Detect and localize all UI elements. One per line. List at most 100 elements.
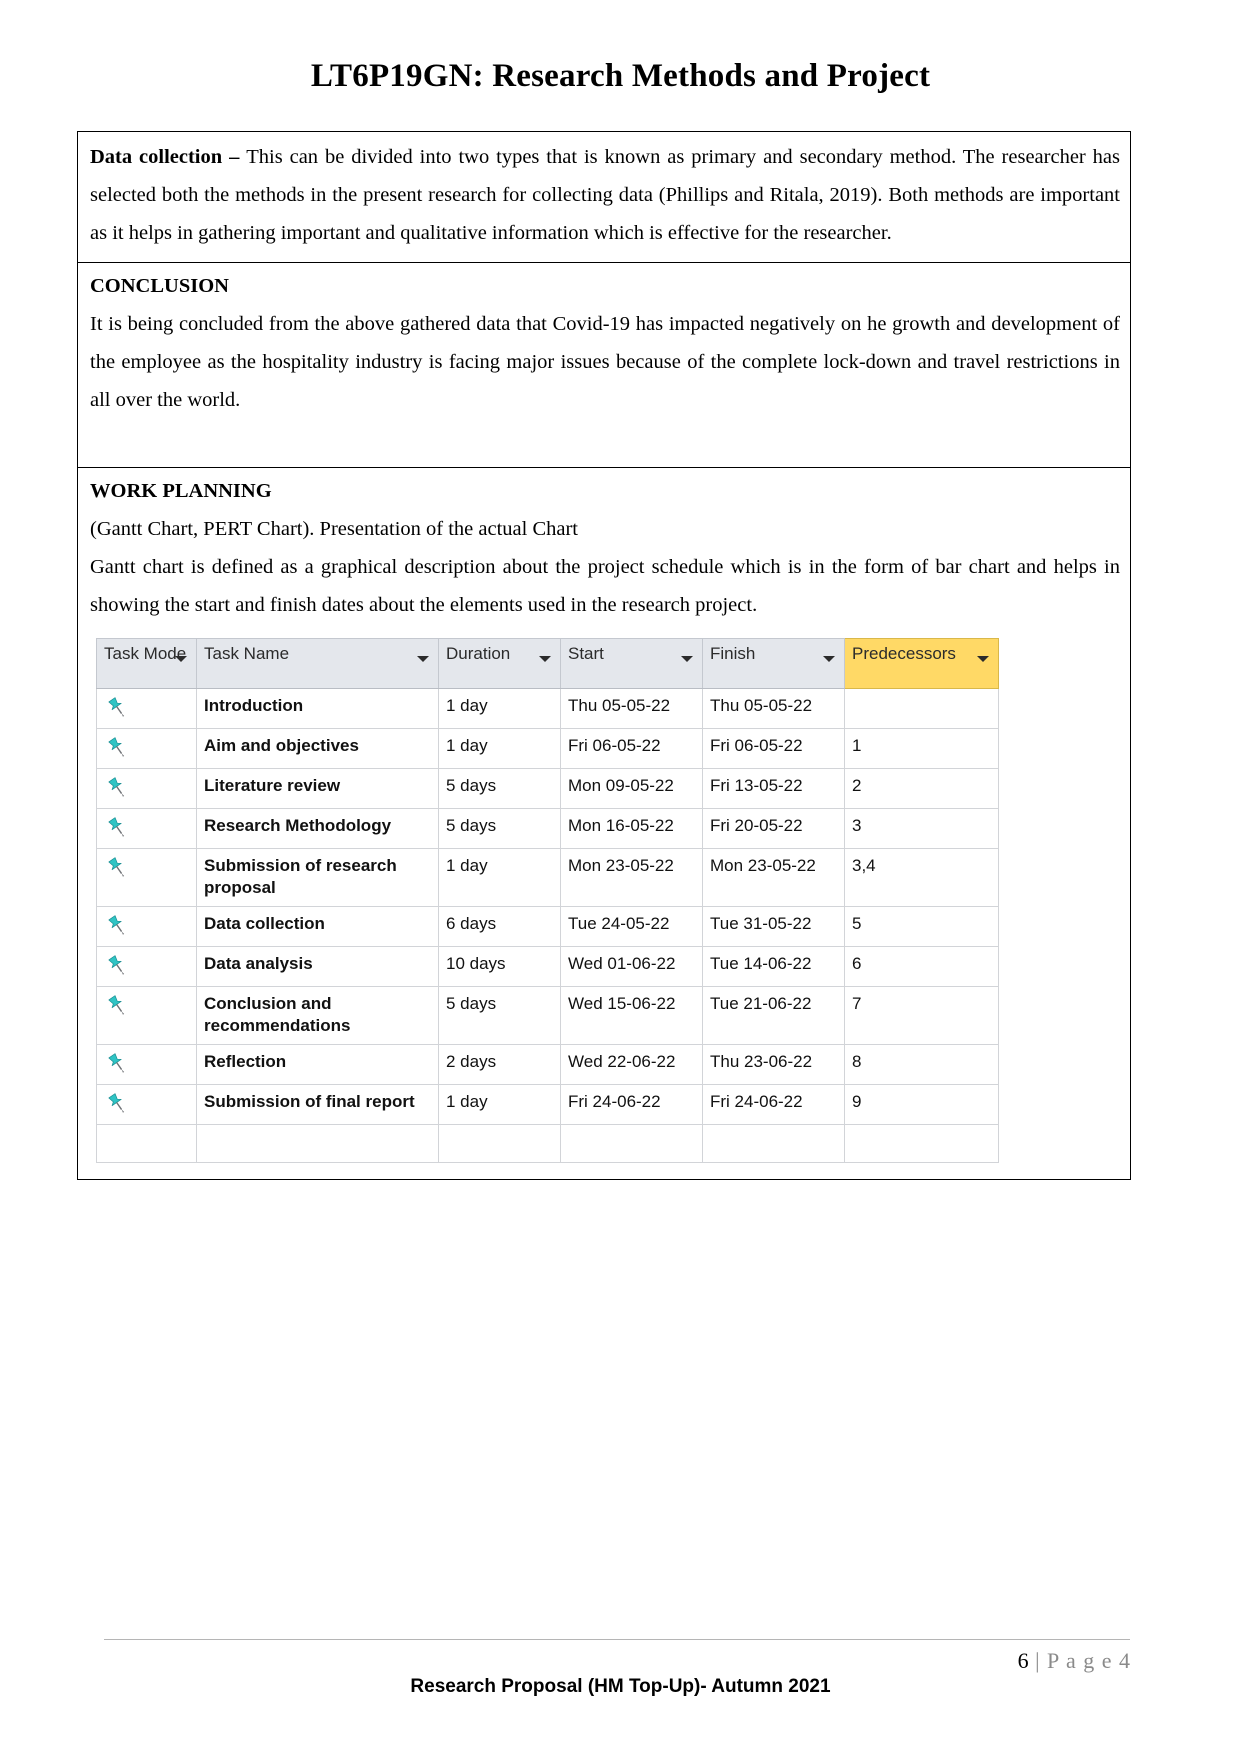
cell-pred[interactable]: 3,4 (844, 848, 999, 907)
column-header-duration[interactable]: Duration (438, 638, 561, 689)
footer-divider (104, 1639, 1130, 1640)
table-row[interactable]: Research Methodology 5 days Mon 16-05-22 Fr… (96, 808, 999, 849)
cell-dur[interactable]: 10 days (438, 946, 561, 987)
cell-name[interactable]: Conclusion and recommendations (196, 986, 439, 1045)
page-number-indicator: 6 | P a g e 4 (1018, 1648, 1131, 1674)
column-header-start[interactable]: Start (560, 638, 703, 689)
cell-dur[interactable]: 6 days (438, 906, 561, 947)
cell-pred[interactable]: 5 (844, 906, 999, 947)
cell-fin[interactable]: Tue 21-06-22 (702, 986, 845, 1045)
cell-dur[interactable]: 1 day (438, 728, 561, 769)
cell-fin[interactable]: Fri 24-06-22 (702, 1084, 845, 1125)
filter-dropdown-icon-start[interactable] (681, 656, 693, 662)
cell-task-mode[interactable] (96, 1084, 197, 1125)
cell-task-mode[interactable] (96, 688, 197, 729)
column-header-duration-label: Duration (446, 644, 511, 663)
filter-dropdown-icon-duration[interactable] (539, 656, 551, 662)
cell-task-mode[interactable] (96, 906, 197, 947)
cell-name[interactable]: Data analysis (196, 946, 439, 987)
cell-start[interactable]: Wed 15-06-22 (560, 986, 703, 1045)
document-page: LT6P19GN: Research Methods and Project D… (0, 0, 1241, 1754)
cell-start[interactable]: Tue 24-05-22 (560, 906, 703, 947)
cell-name[interactable]: Data collection (196, 906, 439, 947)
cell-pred[interactable]: 8 (844, 1044, 999, 1085)
cell-name[interactable]: Reflection (196, 1044, 439, 1085)
column-header-task-name[interactable]: Task Name (196, 638, 439, 689)
table-row[interactable]: Aim and objectives 1 day Fri 06-05-22 Fri 0… (96, 728, 999, 769)
footer-text: Research Proposal (HM Top-Up)- Autumn 20… (410, 1676, 831, 1697)
cell-start[interactable]: Fri 06-05-22 (560, 728, 703, 769)
cell-pred[interactable]: 9 (844, 1084, 999, 1125)
pushpin-icon (104, 815, 189, 841)
data-collection-label: Data collection – (90, 146, 247, 168)
cell-task-mode[interactable] (96, 946, 197, 987)
filter-dropdown-icon-task-name[interactable] (417, 656, 429, 662)
cell-task-mode[interactable] (96, 848, 197, 907)
table-row[interactable]: Submission of research proposal 1 day Mon … (96, 848, 999, 907)
cell-dur[interactable]: 1 day (438, 1084, 561, 1125)
column-header-task-mode[interactable]: Task Mode (96, 638, 197, 689)
table-row[interactable]: Data collection 6 days Tue 24-05-22 Tue 31-… (96, 906, 999, 947)
column-header-finish[interactable]: Finish (702, 638, 845, 689)
cell-fin[interactable]: Tue 14-06-22 (702, 946, 845, 987)
cell-dur[interactable]: 1 day (438, 848, 561, 907)
cell-start[interactable]: Mon 23-05-22 (560, 848, 703, 907)
cell-pred[interactable]: 3 (844, 808, 999, 849)
filter-dropdown-icon-finish[interactable] (823, 656, 835, 662)
cell-dur[interactable]: 5 days (438, 986, 561, 1045)
cell-pred[interactable] (844, 688, 999, 729)
cell-pred[interactable]: 7 (844, 986, 999, 1045)
pushpin-icon (104, 855, 189, 881)
cell-dur[interactable]: 1 day (438, 688, 561, 729)
cell-empty[interactable] (438, 1124, 561, 1163)
cell-task-mode[interactable] (96, 808, 197, 849)
cell-start[interactable]: Wed 22-06-22 (560, 1044, 703, 1085)
cell-name[interactable]: Submission of final report (196, 1084, 439, 1125)
cell-task-mode[interactable] (96, 768, 197, 809)
section-work-planning: WORK PLANNING (Gantt Chart, PERT Chart).… (78, 468, 1130, 1180)
table-row[interactable]: Introduction 1 day Thu 05-05-22 Thu 05-05-2… (96, 688, 999, 729)
cell-name[interactable]: Aim and objectives (196, 728, 439, 769)
cell-pred[interactable]: 6 (844, 946, 999, 987)
gantt-header-row: Task Mode Task Name Duration Start Finis… (96, 638, 999, 689)
table-row[interactable]: Data analysis 10 days Wed 01-06-22 Tue 14-0… (96, 946, 999, 987)
table-row-empty[interactable] (96, 1124, 999, 1163)
cell-fin[interactable]: Tue 31-05-22 (702, 906, 845, 947)
cell-task-mode[interactable] (96, 728, 197, 769)
work-planning-heading: WORK PLANNING (90, 480, 272, 502)
cell-empty[interactable] (560, 1124, 703, 1163)
cell-dur[interactable]: 2 days (438, 1044, 561, 1085)
column-header-predecessors[interactable]: Predecessors (844, 638, 999, 689)
cell-task-mode[interactable] (96, 1044, 197, 1085)
cell-empty[interactable] (96, 1124, 197, 1163)
cell-empty[interactable] (196, 1124, 439, 1163)
cell-fin[interactable]: Thu 05-05-22 (702, 688, 845, 729)
cell-pred[interactable]: 1 (844, 728, 999, 769)
cell-empty[interactable] (844, 1124, 999, 1163)
cell-task-mode[interactable] (96, 986, 197, 1045)
cell-start[interactable]: Fri 24-06-22 (560, 1084, 703, 1125)
cell-pred[interactable]: 2 (844, 768, 999, 809)
cell-start[interactable]: Mon 09-05-22 (560, 768, 703, 809)
table-row[interactable]: Submission of final report 1 day Fri 24-06… (96, 1084, 999, 1125)
cell-dur[interactable]: 5 days (438, 768, 561, 809)
filter-dropdown-icon-task-mode[interactable] (175, 656, 187, 662)
cell-fin[interactable]: Thu 23-06-22 (702, 1044, 845, 1085)
filter-dropdown-icon-predecessors[interactable] (977, 656, 989, 662)
cell-empty[interactable] (702, 1124, 845, 1163)
table-row[interactable]: Conclusion and recommendations 5 days Wed … (96, 986, 999, 1045)
cell-name[interactable]: Research Methodology (196, 808, 439, 849)
cell-start[interactable]: Thu 05-05-22 (560, 688, 703, 729)
cell-fin[interactable]: Fri 06-05-22 (702, 728, 845, 769)
cell-dur[interactable]: 5 days (438, 808, 561, 849)
cell-fin[interactable]: Fri 20-05-22 (702, 808, 845, 849)
cell-fin[interactable]: Mon 23-05-22 (702, 848, 845, 907)
cell-name[interactable]: Introduction (196, 688, 439, 729)
table-row[interactable]: Reflection 2 days Wed 22-06-22 Thu 23-06-22… (96, 1044, 999, 1085)
cell-name[interactable]: Literature review (196, 768, 439, 809)
table-row[interactable]: Literature review 5 days Mon 09-05-22 Fri 1… (96, 768, 999, 809)
cell-start[interactable]: Wed 01-06-22 (560, 946, 703, 987)
cell-start[interactable]: Mon 16-05-22 (560, 808, 703, 849)
cell-fin[interactable]: Fri 13-05-22 (702, 768, 845, 809)
cell-name[interactable]: Submission of research proposal (196, 848, 439, 907)
